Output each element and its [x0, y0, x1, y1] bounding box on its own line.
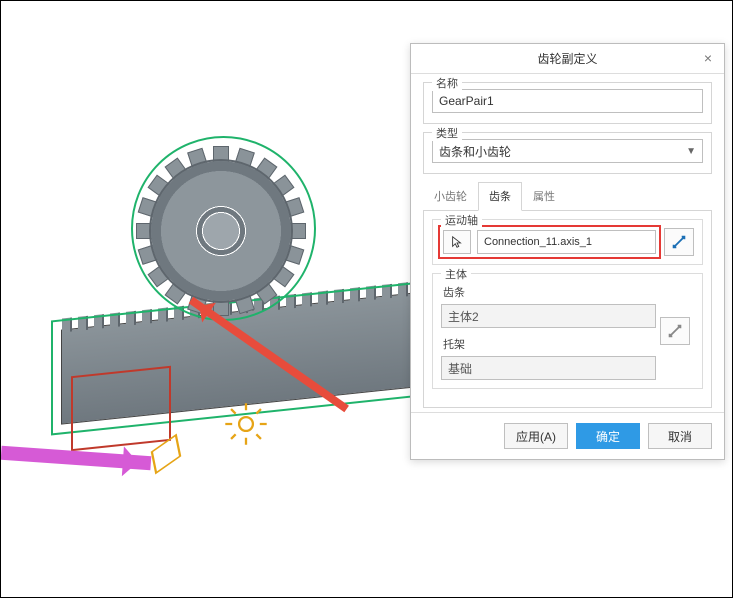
app-frame: 齿轮副定义 × 名称 类型 齿条和小齿轮 ▼ 小齿轮 齿条 属性 运动轴: [0, 0, 733, 598]
gear-face: [151, 161, 291, 301]
dialog-title: 齿轮副定义: [537, 50, 597, 67]
type-value: 齿条和小齿轮: [439, 143, 511, 160]
viewport-3d[interactable]: [1, 1, 421, 598]
swap-bodies-button[interactable]: [660, 317, 690, 345]
gear-pair-dialog: 齿轮副定义 × 名称 类型 齿条和小齿轮 ▼ 小齿轮 齿条 属性 运动轴: [410, 43, 725, 460]
ok-button[interactable]: 确定: [576, 423, 640, 449]
type-select[interactable]: 齿条和小齿轮 ▼: [432, 139, 703, 163]
cancel-button[interactable]: 取消: [648, 423, 712, 449]
pick-axis-button[interactable]: [443, 230, 471, 254]
type-section: 类型 齿条和小齿轮 ▼: [423, 132, 712, 174]
cursor-icon: [450, 235, 464, 249]
rack-body-field: [441, 304, 656, 328]
motion-axis-input[interactable]: [477, 230, 656, 254]
tab-attrs[interactable]: 属性: [522, 182, 566, 211]
body-group-label: 主体: [441, 266, 471, 282]
tabs-area: 小齿轮 齿条 属性 运动轴: [423, 182, 712, 408]
dialog-buttons: 应用(A) 确定 取消: [411, 412, 724, 459]
gear-assembly: [141, 151, 301, 311]
name-input[interactable]: [432, 89, 703, 113]
chevron-down-icon: ▼: [686, 146, 696, 157]
carrier-label: 托架: [443, 336, 656, 352]
close-icon[interactable]: ×: [698, 48, 718, 68]
tab-rack[interactable]: 齿条: [478, 182, 522, 211]
carrier-field: [441, 356, 656, 380]
name-label: 名称: [432, 75, 462, 91]
flip-icon: [670, 233, 688, 251]
motion-axis-group: 运动轴: [432, 219, 703, 265]
motion-axis-label: 运动轴: [441, 212, 482, 228]
tab-strip: 小齿轮 齿条 属性: [423, 182, 712, 211]
tab-pinion[interactable]: 小齿轮: [423, 182, 478, 211]
swap-icon: [666, 322, 684, 340]
dialog-title-bar: 齿轮副定义 ×: [411, 44, 724, 74]
rack-body-label: 齿条: [443, 284, 656, 300]
gear-glyph-icon: [223, 401, 269, 447]
body-group: 主体 齿条 托架: [432, 273, 703, 389]
apply-button[interactable]: 应用(A): [504, 423, 568, 449]
annotation-box: [71, 366, 171, 452]
flip-axis-button[interactable]: [664, 228, 694, 256]
tab-body-rack: 运动轴 主体: [423, 210, 712, 408]
name-section: 名称: [423, 82, 712, 124]
type-label: 类型: [432, 125, 462, 141]
